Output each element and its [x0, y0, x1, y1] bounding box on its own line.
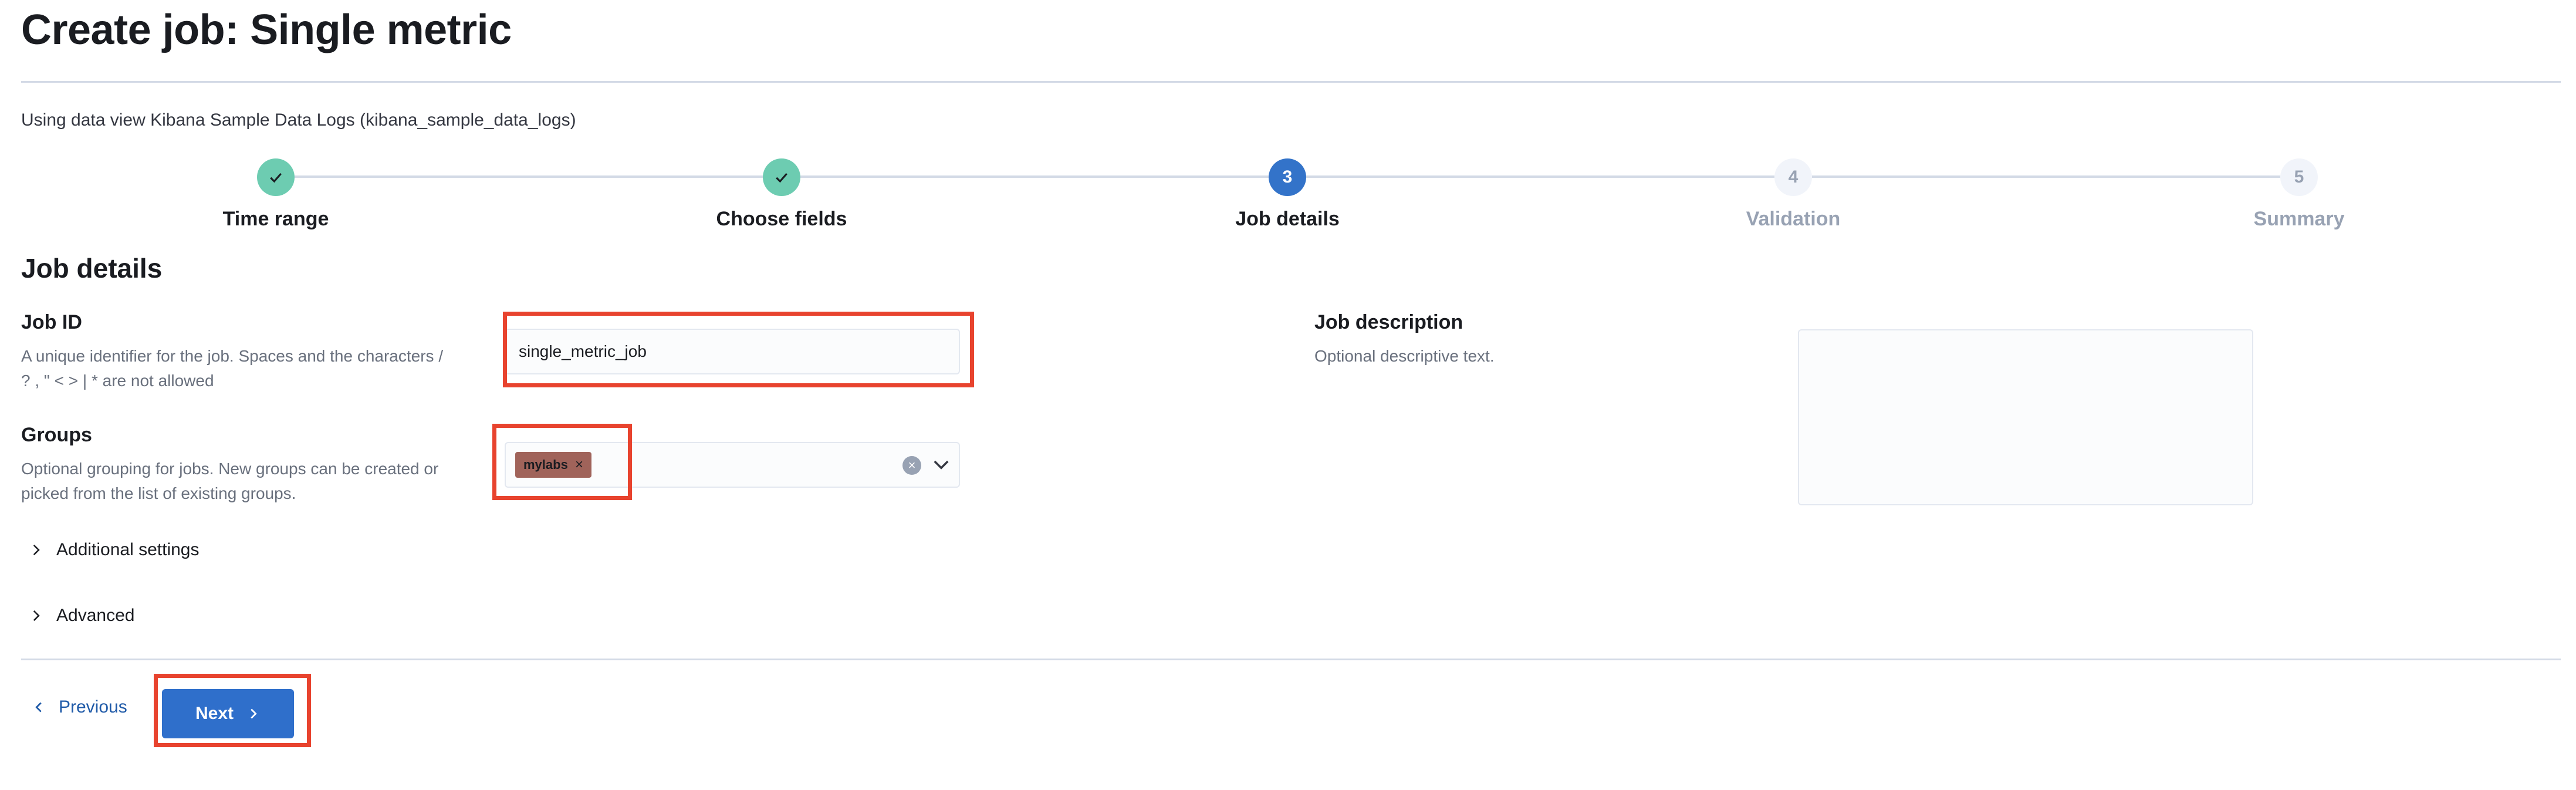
job-id-label: Job ID [21, 311, 82, 333]
highlight-box [503, 312, 974, 387]
clear-icon[interactable]: × [902, 456, 921, 475]
highlight-box [154, 674, 311, 747]
page-title: Create job: Single metric [21, 6, 512, 53]
section-title: Job details [21, 253, 163, 283]
groups-help-line-1: Optional grouping for jobs. New groups c… [21, 460, 439, 478]
step-label: Job details [1235, 208, 1340, 230]
check-icon [257, 158, 295, 196]
previous-button[interactable]: Previous [32, 697, 127, 717]
step-label: Choose fields [716, 208, 847, 230]
chevron-down-icon[interactable] [929, 453, 953, 476]
additional-settings-toggle[interactable]: Additional settings [28, 540, 200, 560]
step-connector [1306, 175, 1774, 178]
job-id-help-line-2: ? , " < > | * are not allowed [21, 372, 214, 390]
previous-label: Previous [59, 697, 127, 717]
job-id-help-line-1: A unique identifier for the job. Spaces … [21, 347, 444, 365]
groups-label: Groups [21, 424, 92, 446]
advanced-label: Advanced [56, 606, 135, 625]
step-label: Summary [2253, 208, 2345, 230]
create-job-page: Create job: Single metric Using data vie… [0, 0, 2576, 790]
job-description-label: Job description [1314, 311, 1463, 333]
header-divider [21, 81, 2561, 83]
chevron-left-icon [35, 702, 42, 713]
step-connector [295, 175, 763, 178]
additional-settings-label: Additional settings [56, 540, 200, 559]
step-label: Time range [222, 208, 329, 230]
job-description-help: Optional descriptive text. [1314, 347, 1495, 365]
step-connector [1812, 175, 2280, 178]
advanced-toggle[interactable]: Advanced [28, 606, 134, 626]
step-number: 4 [1774, 158, 1812, 196]
highlight-box [492, 424, 632, 500]
step-label: Validation [1746, 208, 1841, 230]
groups-help-line-2: picked from the list of existing groups. [21, 484, 296, 502]
data-view-text: Using data view Kibana Sample Data Logs … [21, 110, 576, 130]
step-connector [800, 175, 1269, 178]
job-description-textarea[interactable] [1798, 329, 2253, 505]
check-icon [763, 158, 800, 196]
chevron-right-icon [33, 610, 40, 622]
step-number: 5 [2280, 158, 2318, 196]
step-number: 3 [1269, 158, 1306, 196]
footer-divider [21, 659, 2561, 660]
chevron-right-icon [33, 544, 40, 556]
